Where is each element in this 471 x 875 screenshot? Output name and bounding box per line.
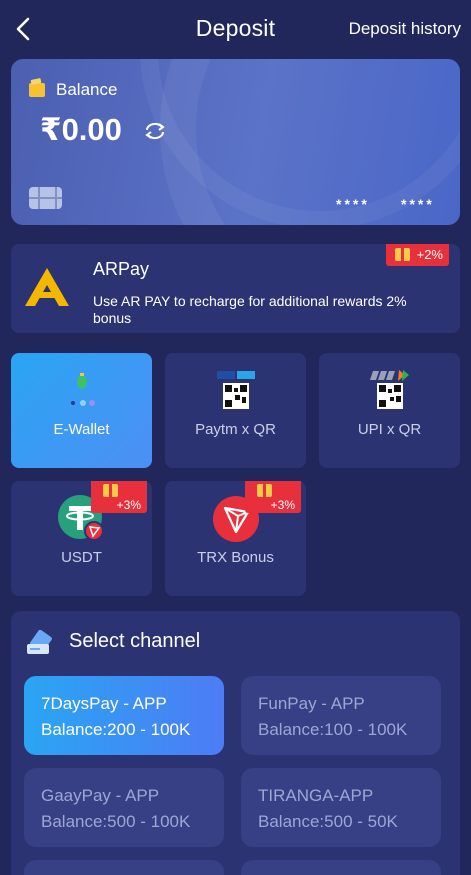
channel-name: GaayPay - APP (41, 786, 160, 805)
channel-balance: Balance:500 - 100K (41, 812, 191, 831)
arpay-logo (25, 268, 69, 306)
balance-label: Balance (56, 80, 118, 99)
arpay-description: Use AR PAY to recharge for additional re… (93, 293, 407, 326)
method-label: E-Wallet (53, 421, 110, 438)
card-number-part: **** (336, 196, 370, 212)
method-label: USDT (61, 549, 102, 566)
wallet-icon (29, 83, 45, 97)
channel-option[interactable]: GaayPay - APP Balance:500 - 100K (24, 768, 224, 847)
bonus-text: +3% (270, 498, 295, 512)
channel-option[interactable]: 7DaysPay - APP Balance:200 - 100K (24, 676, 224, 755)
balance-card: Balance ₹0.00 **** **** (11, 59, 460, 225)
channel-option[interactable] (241, 860, 441, 875)
bonus-badge: +2% (385, 244, 449, 266)
method-paytm-qr[interactable]: Paytm x QR (165, 353, 306, 468)
method-e-wallet[interactable]: E-Wallet (11, 353, 152, 468)
arpay-option[interactable]: ARPay Use AR PAY to recharge for additio… (11, 244, 460, 333)
channel-name: 7DaysPay - APP (41, 694, 167, 713)
channel-balance: Balance:500 - 50K (258, 812, 398, 831)
upi-qr-icon (369, 370, 409, 409)
method-label: UPI x QR (357, 421, 422, 438)
arpay-name: ARPay (93, 259, 150, 279)
gift-icon (256, 484, 272, 497)
channel-balance: Balance:100 - 100K (258, 720, 408, 739)
e-wallet-icon (70, 373, 95, 406)
channel-option[interactable] (24, 860, 224, 875)
balance-amount: ₹0.00 (40, 112, 122, 147)
card-number-part: **** (401, 196, 435, 212)
method-upi-qr[interactable]: UPI x QR (319, 353, 460, 468)
gift-icon (394, 248, 410, 261)
bonus-badge: +3% (244, 481, 301, 513)
channel-section-title: Select channel (69, 630, 201, 652)
channel-name: TIRANGA-APP (258, 786, 374, 805)
method-label: TRX Bonus (197, 549, 274, 566)
channel-name: FunPay - APP (258, 694, 365, 713)
gift-icon (102, 484, 118, 497)
header: Deposit Deposit history (0, 0, 471, 58)
bonus-text: +3% (116, 498, 141, 512)
deposit-history-link[interactable]: Deposit history (349, 19, 461, 39)
refresh-icon[interactable] (142, 121, 168, 141)
method-label: Paytm x QR (195, 421, 276, 438)
card-chip-icon (29, 187, 62, 209)
bonus-text: +2% (416, 247, 443, 262)
method-usdt[interactable]: +3% USDT (11, 481, 152, 596)
channel-panel: Select channel 7DaysPay - APP Balance:20… (11, 611, 460, 875)
channel-option[interactable]: TIRANGA-APP Balance:500 - 50K (241, 768, 441, 847)
method-trx-bonus[interactable]: +3% TRX Bonus (165, 481, 306, 596)
channel-card-icon (27, 630, 52, 654)
paytm-qr-icon (214, 369, 257, 409)
channel-option[interactable]: FunPay - APP Balance:100 - 100K (241, 676, 441, 755)
bonus-badge: +3% (90, 481, 147, 513)
channel-balance: Balance:200 - 100K (41, 720, 191, 739)
